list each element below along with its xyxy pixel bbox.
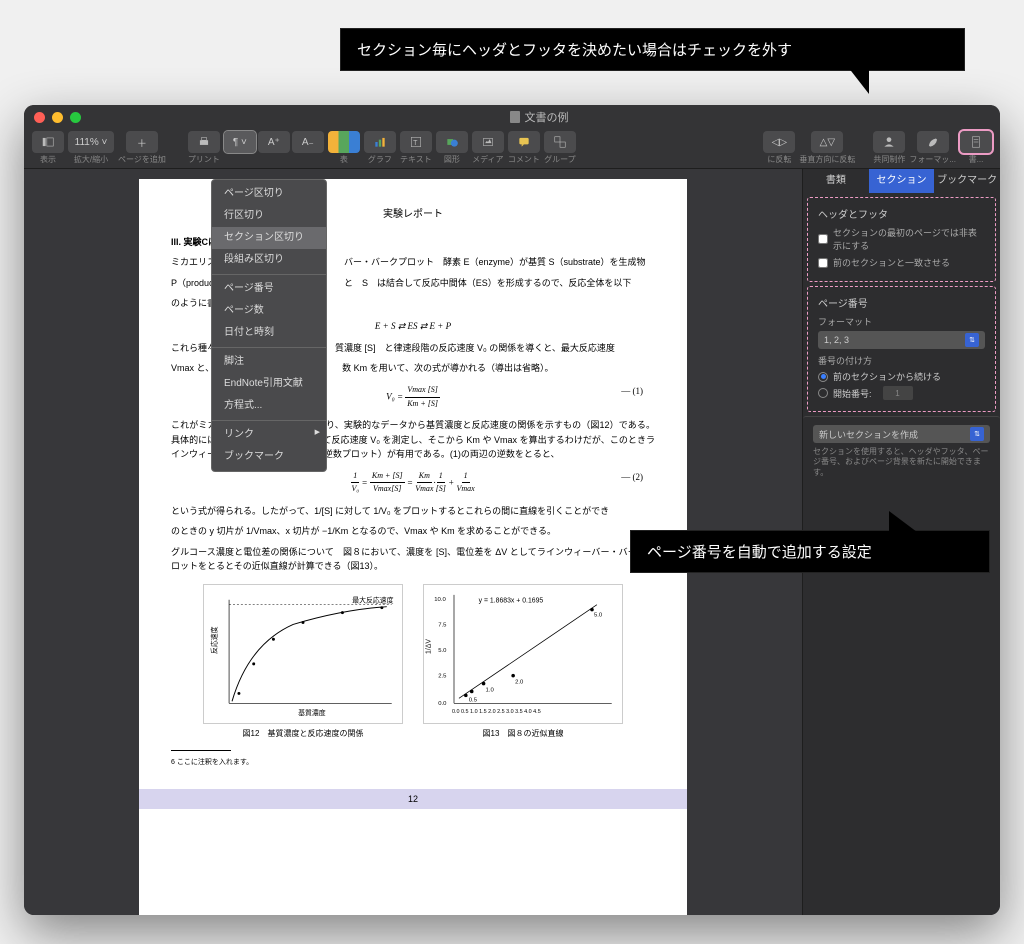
shape-icon bbox=[445, 135, 459, 149]
window-title: 文書の例 bbox=[88, 109, 990, 125]
close-icon[interactable] bbox=[34, 112, 45, 123]
tab-bookmarks[interactable]: ブックマーク bbox=[934, 169, 1000, 193]
svg-text:反応速度: 反応速度 bbox=[209, 626, 218, 654]
zoom-icon[interactable] bbox=[70, 112, 81, 123]
equation-3: 1V₀ = Km + [S]Vmax[S] = KmVmax·1[S] + 1V… bbox=[171, 470, 655, 497]
svg-text:0.0: 0.0 bbox=[438, 701, 447, 707]
media-icon bbox=[481, 135, 495, 149]
svg-text:T: T bbox=[413, 140, 418, 147]
svg-text:1.0: 1.0 bbox=[486, 687, 495, 693]
new-section-select[interactable]: 新しいセクションを作成⇅ bbox=[813, 425, 990, 443]
chart-13: y = 1.8683x + 0.1695 0.5 1.0 2.0 5.0 10.… bbox=[423, 584, 623, 741]
add-page-button[interactable]: ＋ bbox=[126, 131, 158, 153]
svg-text:5.0: 5.0 bbox=[594, 612, 603, 618]
brush-icon bbox=[926, 135, 940, 149]
svg-text:7.5: 7.5 bbox=[438, 622, 447, 628]
comment-button[interactable] bbox=[508, 131, 540, 153]
svg-text:1/ΔV: 1/ΔV bbox=[425, 638, 432, 653]
svg-text:10.0: 10.0 bbox=[434, 596, 446, 602]
svg-text:y = 1.8683x + 0.1695: y = 1.8683x + 0.1695 bbox=[479, 597, 544, 604]
chart-icon bbox=[373, 135, 387, 149]
menu-page-break[interactable]: ページ区切り bbox=[212, 183, 326, 205]
font-bigger-button[interactable]: A⁺ bbox=[258, 131, 290, 153]
chevron-updown-icon: ⇅ bbox=[965, 333, 979, 347]
app-window: 文書の例 表示 111% ˅拡大/縮小 ＋ページを追加 プリント ¶ ˅ A⁺ … bbox=[24, 105, 1000, 915]
menu-page-count[interactable]: ページ数 bbox=[212, 300, 326, 322]
svg-text:5.0: 5.0 bbox=[438, 648, 447, 654]
printer-icon bbox=[197, 135, 211, 149]
svg-text:2.0: 2.0 bbox=[515, 679, 524, 685]
svg-text:最大反応速度: 最大反応速度 bbox=[352, 595, 393, 604]
insert-dropdown-menu: ページ区切り 行区切り セクション区切り 段組み区切り ページ番号 ページ数 日… bbox=[211, 179, 327, 472]
format-select[interactable]: 1, 2, 3⇅ bbox=[818, 331, 985, 349]
insert-menu-button[interactable]: ¶ ˅ bbox=[224, 131, 256, 153]
radio-start-at[interactable]: 開始番号:1 bbox=[818, 386, 985, 400]
menu-line-break[interactable]: 行区切り bbox=[212, 205, 326, 227]
chevron-updown-icon: ⇅ bbox=[970, 427, 984, 441]
menu-datetime[interactable]: 日付と時刻 bbox=[212, 322, 326, 344]
start-number-stepper[interactable]: 1 bbox=[883, 386, 913, 400]
checkbox-hide-first[interactable]: セクションの最初のページでは非表示にする bbox=[818, 226, 985, 252]
inspector-tabs: 書類 セクション ブックマーク bbox=[803, 169, 1000, 193]
group-button[interactable] bbox=[544, 131, 576, 153]
document-page: 実験レポート III. 実験Cにつ ミカエリス・メバー・バークプロット 酵素 E… bbox=[139, 179, 687, 915]
checkbox-match-prev[interactable]: 前のセクションと一致させる bbox=[818, 256, 985, 269]
document-icon bbox=[510, 111, 520, 123]
document-icon bbox=[969, 135, 983, 149]
fliph-button[interactable]: ◁▷ bbox=[763, 131, 795, 153]
flipv-button[interactable]: △▽ bbox=[811, 131, 843, 153]
comment-icon bbox=[517, 135, 531, 149]
new-section-row: 新しいセクションを作成⇅ セクションを使用すると、ヘッダやフッタ、ページ番号、お… bbox=[803, 416, 1000, 486]
zoom-select[interactable]: 111% ˅ bbox=[68, 131, 114, 153]
page-number-section: ページ番号 フォーマット 1, 2, 3⇅ 番号の付け方 前のセクションから続け… bbox=[807, 286, 996, 412]
menu-section-break[interactable]: セクション区切り bbox=[212, 227, 326, 249]
svg-text:2.5: 2.5 bbox=[438, 673, 447, 679]
menu-column-break[interactable]: 段組み区切り bbox=[212, 249, 326, 271]
table-button[interactable] bbox=[328, 131, 360, 153]
menu-footnote[interactable]: 脚注 bbox=[212, 351, 326, 373]
person-icon bbox=[882, 135, 896, 149]
tab-section[interactable]: セクション bbox=[869, 169, 935, 193]
document-inspector-button[interactable] bbox=[960, 131, 992, 153]
window-chrome: 文書の例 bbox=[24, 105, 1000, 129]
text-icon: T bbox=[409, 135, 423, 149]
media-button[interactable] bbox=[472, 131, 504, 153]
annotation-top: セクション毎にヘッダとフッタを決めたい場合はチェックを外す bbox=[340, 28, 965, 71]
menu-equation[interactable]: 方程式... bbox=[212, 395, 326, 417]
tab-document[interactable]: 書類 bbox=[803, 169, 869, 193]
svg-text:基質濃度: 基質濃度 bbox=[298, 708, 326, 717]
toolbar: 表示 111% ˅拡大/縮小 ＋ページを追加 プリント ¶ ˅ A⁺ A₋ 表 … bbox=[24, 129, 1000, 169]
svg-text:0.5: 0.5 bbox=[469, 697, 478, 703]
menu-bookmark[interactable]: ブックマーク bbox=[212, 446, 326, 468]
view-button[interactable] bbox=[32, 131, 64, 153]
menu-page-number[interactable]: ページ番号 bbox=[212, 278, 326, 300]
group-icon bbox=[553, 135, 567, 149]
sidebar-icon bbox=[41, 135, 55, 149]
menu-link[interactable]: リンク bbox=[212, 424, 326, 446]
chart-12: 最大反応速度 反応速度 基質濃度 図12 基質濃度と反応速度の関係 bbox=[203, 584, 403, 741]
svg-text:0.0 0.5 1.0 1.5 2.0 2.5 3.0 3.: 0.0 0.5 1.0 1.5 2.0 2.5 3.0 3.5 4.0 4.5 bbox=[452, 709, 541, 715]
radio-continue[interactable]: 前のセクションから続ける bbox=[818, 370, 985, 383]
print-button[interactable] bbox=[188, 131, 220, 153]
font-smaller-button[interactable]: A₋ bbox=[292, 131, 324, 153]
text-button[interactable]: T bbox=[400, 131, 432, 153]
annotation-mid: ページ番号を自動で追加する設定 bbox=[630, 530, 990, 573]
header-footer-section: ヘッダとフッタ セクションの最初のページでは非表示にする 前のセクションと一致さ… bbox=[807, 197, 996, 282]
menu-endnote[interactable]: EndNote引用文献 bbox=[212, 373, 326, 395]
chart-button[interactable] bbox=[364, 131, 396, 153]
page-number: 12 bbox=[139, 789, 687, 809]
collab-button[interactable] bbox=[873, 131, 905, 153]
format-button[interactable] bbox=[917, 131, 949, 153]
shape-button[interactable] bbox=[436, 131, 468, 153]
minimize-icon[interactable] bbox=[52, 112, 63, 123]
